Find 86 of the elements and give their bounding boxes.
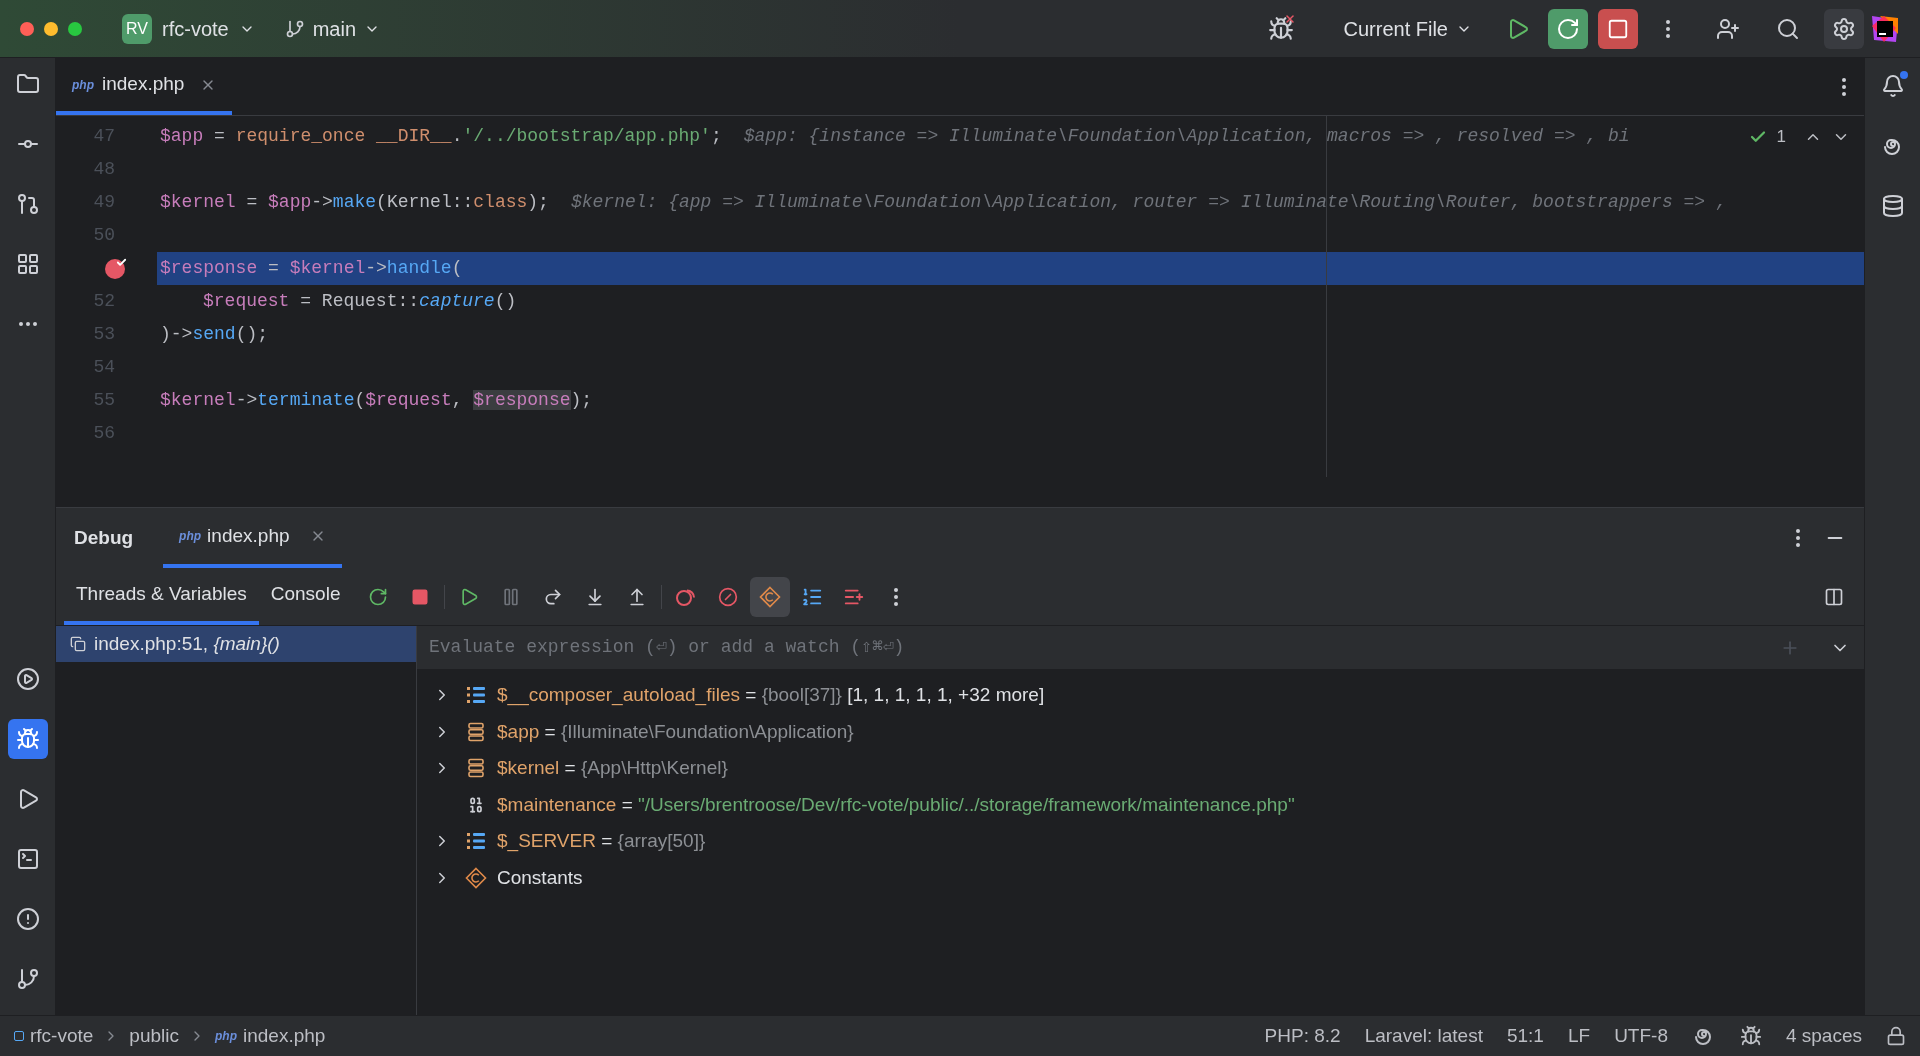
breadcrumb[interactable]: public [129,1021,179,1051]
code-line: $kernel->terminate($request, $response); [160,389,593,412]
code-line: $response = $kernel->handle( [160,257,463,280]
services-icon [15,667,40,691]
more-icon [1666,19,1670,38]
code-line: )->send(); [160,323,269,346]
lock-icon[interactable] [1886,1026,1906,1046]
laravel-version[interactable]: Laravel: latest [1364,1021,1483,1051]
breadcrumb[interactable]: rfc-vote [14,1021,94,1051]
more-icon[interactable] [1842,77,1846,96]
structure-icon [15,252,40,276]
tab-label: index.php [102,72,185,97]
settings-icon [1832,16,1856,41]
panel-title: Debug [74,525,134,550]
stop-icon [411,587,430,606]
frame-icon [70,636,86,652]
debug-rerun-icon [1556,16,1580,41]
more-icon [894,587,899,606]
inspection-count[interactable]: 1 [1776,124,1786,150]
file-encoding[interactable]: UTF-8 [1614,1021,1668,1051]
breadcrumb[interactable]: php index.php [215,1021,326,1051]
variable-entry[interactable]: $__composer_autoload_files = {bool[37]} [1, 1, 1, 1, 1, +32 more] [497,681,1045,710]
array-icon [466,685,486,706]
zoom-window-button[interactable] [68,21,82,36]
inline-value-hint: $app: {instance => Illuminate\Foundation\Application, macros => , resolved => , bi [743,125,1630,148]
array-icon [466,831,486,852]
debug-view-tab[interactable]: Console [258,568,353,625]
tab-label: index.php [207,523,290,548]
evaluate-expression-field[interactable]: Evaluate expression (⏎) or add a watch (⇧⌘⏎) [417,626,1864,669]
search-icon [1776,16,1800,41]
variable-entry[interactable]: $maintenance = "/Users/brentroose/Dev/rfc-vote/public/../storage/framework/maintenance.php" [497,790,1295,819]
stop-icon [1607,17,1629,40]
bug-icon[interactable] [1739,1025,1762,1047]
code-line: $kernel = $app->make(Kernel::class); [160,191,549,214]
show-constants-icon [759,585,782,608]
git-branch-icon [284,18,305,39]
problems-icon [15,907,40,931]
variable-entry[interactable]: $_SERVER = {array[50]} [497,827,706,856]
code-line: $app = require_once __DIR__.'/../bootstrap/app.php'; [160,125,722,148]
debug-icon [15,727,40,751]
variable-entry[interactable]: $kernel = {App\Http\Kernel} [497,754,728,783]
database-icon [1880,194,1905,218]
debug-rerun-button[interactable] [1548,8,1588,49]
layout-icon [1824,586,1844,607]
php-version[interactable]: PHP: 8.2 [1264,1021,1341,1051]
app-logo-icon[interactable] [1870,13,1900,44]
indent-setting[interactable]: 4 spaces [1785,1021,1862,1051]
module-icon [14,1031,24,1041]
stack-frame[interactable]: index.php:51, {main}() [56,626,416,662]
show-constants-toggle[interactable] [750,576,791,617]
code-line: $request = Request::capture() [202,290,517,313]
constants-icon [465,866,487,889]
stop-button[interactable] [1598,8,1638,49]
resume-icon [459,586,480,607]
pull-request-icon [15,192,40,216]
mute-breakpoints-icon [718,586,739,607]
step-over-icon [543,586,564,607]
breakpoint-icon[interactable] [105,258,125,279]
close-window-button[interactable] [20,21,34,36]
bell-icon [1880,74,1905,98]
settings-button[interactable] [1824,8,1864,49]
expression-input[interactable]: Evaluate expression (⏎) or add a watch (⇧⌘⏎) [429,634,1780,661]
variable-entry[interactable]: $app = {Illuminate\Foundation\Application} [497,717,854,746]
rerun-icon [368,586,389,607]
php-file-icon: php [215,1030,237,1042]
php-file-icon: php [72,78,94,91]
folder-icon [15,72,40,96]
object-icon [467,721,485,742]
minimize-window-button[interactable] [44,21,58,36]
project-selector[interactable]: RV rfc-vote [122,13,255,44]
line-ending[interactable]: LF [1567,1021,1591,1051]
inline-value-hint: $kernel: {app => Illuminate\Foundation\Application, router => Illuminate\Routing\Router, bootstrappers => , [570,191,1727,214]
more-icon [18,322,37,326]
branch-selector[interactable]: main [284,13,381,44]
debug-session-tab[interactable]: php index.php [163,508,342,568]
debug-button[interactable] [7,719,48,759]
editor-tab[interactable]: php index.php [56,58,233,115]
variable-entry[interactable]: Constants [497,863,583,892]
add-user-icon [1716,16,1740,41]
more-icon[interactable] [1796,529,1800,547]
run-configuration-selector[interactable]: Current File [1343,13,1472,44]
object-icon [467,758,485,779]
cursor-position[interactable]: 51:1 [1506,1021,1544,1051]
git-branch-icon [15,967,40,991]
php-file-icon: php [179,530,202,542]
terminal-icon [15,847,40,871]
